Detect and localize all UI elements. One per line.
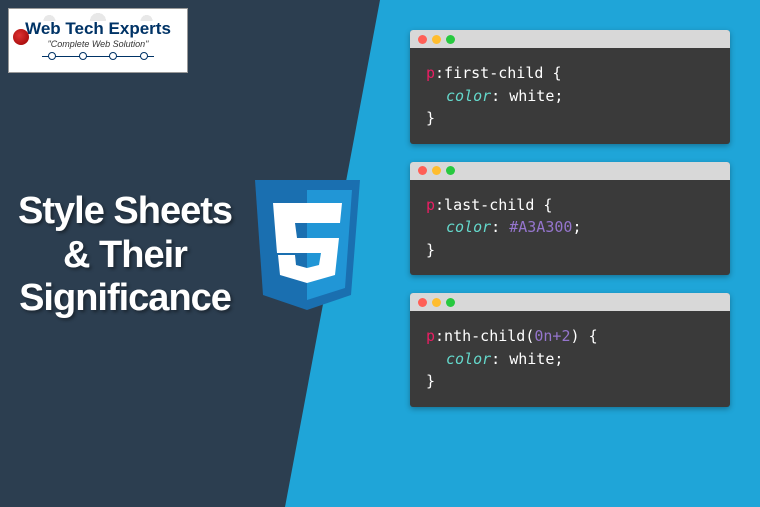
logo-dot [48, 52, 56, 60]
logo-card: Web Tech Experts "Complete Web Solution" [8, 8, 188, 73]
code-brace: { [589, 327, 598, 345]
minimize-icon [432, 166, 441, 175]
code-body: p:first-child { color: white; } [410, 48, 730, 144]
code-body: p:nth-child(0n+2) { color: white; } [410, 311, 730, 407]
minimize-icon [432, 35, 441, 44]
code-windows-column: p:first-child { color: white; } p:last-c… [410, 30, 730, 407]
code-selector: p [426, 196, 435, 214]
window-titlebar [410, 162, 730, 180]
code-colon: : [491, 218, 500, 236]
code-colon: : [491, 350, 500, 368]
logo-dot [79, 52, 87, 60]
code-value: white [509, 350, 554, 368]
headline-line1: Style Sheets [18, 190, 232, 232]
code-brace: { [552, 64, 561, 82]
headline-line2: & Their [63, 234, 187, 276]
close-icon [418, 35, 427, 44]
main-headline: Style Sheets & Their Significance [10, 190, 240, 321]
code-property: color [446, 87, 491, 105]
code-selector: p [426, 64, 435, 82]
window-titlebar [410, 293, 730, 311]
code-brace: } [426, 241, 435, 259]
code-value: #A3A300 [509, 218, 572, 236]
maximize-icon [446, 35, 455, 44]
headline-line3: Significance [19, 277, 231, 319]
code-window-1: p:first-child { color: white; } [410, 30, 730, 144]
code-pseudo: :last-child [435, 196, 534, 214]
code-pseudo: :first-child [435, 64, 543, 82]
logo-dots-row [17, 52, 179, 60]
logo-dot [109, 52, 117, 60]
close-icon [418, 298, 427, 307]
logo-globe-icon [13, 29, 29, 45]
maximize-icon [446, 166, 455, 175]
minimize-icon [432, 298, 441, 307]
code-property: color [446, 350, 491, 368]
code-brace: } [426, 372, 435, 390]
logo-subtitle: "Complete Web Solution" [17, 39, 179, 49]
maximize-icon [446, 298, 455, 307]
code-semicolon: ; [554, 87, 563, 105]
code-window-2: p:last-child { color: #A3A300; } [410, 162, 730, 276]
code-semicolon: ; [554, 350, 563, 368]
code-semicolon: ; [572, 218, 581, 236]
code-colon: : [491, 87, 500, 105]
code-value: white [509, 87, 554, 105]
code-property: color [446, 218, 491, 236]
code-body: p:last-child { color: #A3A300; } [410, 180, 730, 276]
close-icon [418, 166, 427, 175]
code-pseudo-expr: 0n+2 [534, 327, 570, 345]
code-window-3: p:nth-child(0n+2) { color: white; } [410, 293, 730, 407]
code-selector: p [426, 327, 435, 345]
logo-title: Web Tech Experts [17, 19, 179, 39]
logo-dot [140, 52, 148, 60]
code-pseudo-suffix: ) [571, 327, 580, 345]
code-brace: } [426, 109, 435, 127]
code-brace: { [543, 196, 552, 214]
window-titlebar [410, 30, 730, 48]
code-pseudo-prefix: :nth-child( [435, 327, 534, 345]
css3-shield-icon [245, 175, 370, 320]
